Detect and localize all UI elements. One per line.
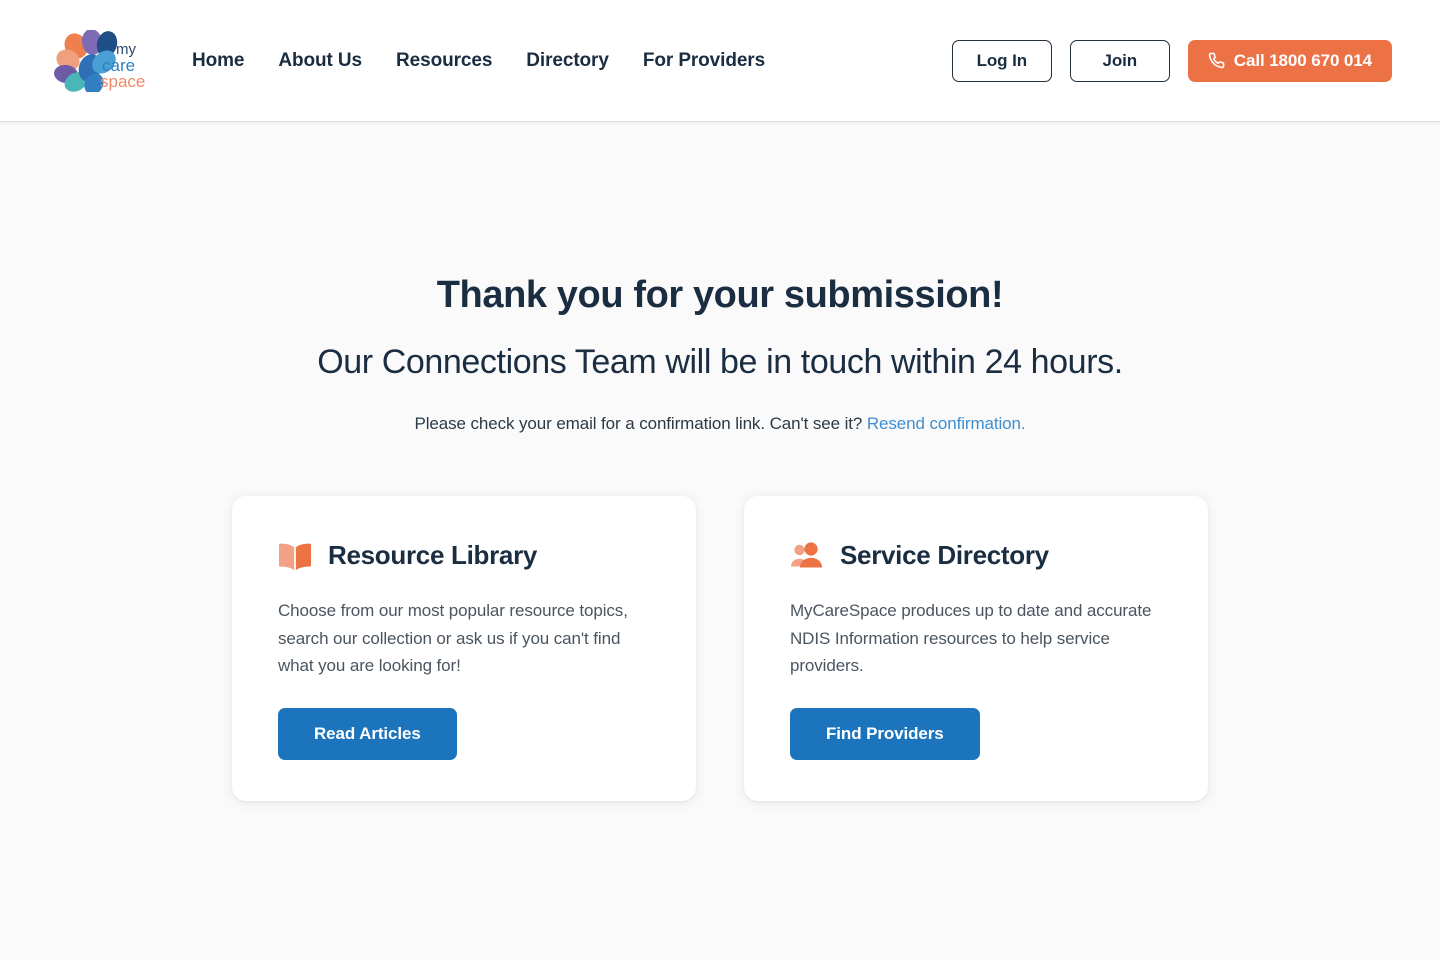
nav-item-home[interactable]: Home [192, 50, 244, 72]
card-header: Resource Library [278, 540, 650, 571]
page-title: Thank you for your submission! [436, 274, 1004, 316]
read-articles-button[interactable]: Read Articles [278, 707, 457, 760]
open-book-icon [279, 543, 311, 571]
join-button[interactable]: Join [1069, 39, 1170, 82]
users-group-icon [791, 542, 822, 568]
card-header: Service Directory [790, 540, 1162, 571]
card-body-text: MyCareSpace produces up to date and accu… [790, 601, 1152, 676]
site-logo[interactable]: my care space [52, 29, 148, 92]
confirmation-message: Please check your email for a confirmati… [414, 414, 1025, 434]
card-title: Resource Library [328, 540, 538, 571]
main-navigation: Home About Us Resources Directory For Pr… [192, 50, 765, 72]
nav-item-resources[interactable]: Resources [396, 50, 492, 72]
nav-item-for-providers[interactable]: For Providers [643, 50, 765, 72]
main-content: Thank you for your submission! Our Conne… [0, 122, 1440, 802]
svg-text:space: space [100, 72, 145, 91]
info-cards: Resource Library Choose from our most po… [232, 496, 1208, 802]
card-body-text: Choose from our most popular resource to… [278, 601, 628, 676]
call-button[interactable]: Call 1800 670 014 [1187, 39, 1392, 82]
nav-item-directory[interactable]: Directory [526, 50, 609, 72]
log-in-button[interactable]: Log In [951, 39, 1052, 82]
resend-confirmation-link[interactable]: Resend confirmation. [867, 414, 1026, 433]
card-service-directory: Service Directory MyCareSpace produces u… [744, 496, 1208, 802]
card-title: Service Directory [840, 540, 1049, 571]
card-resource-library: Resource Library Choose from our most po… [232, 496, 696, 802]
mycarespace-logo-icon: my care space [54, 29, 145, 92]
header-actions: Log In Join Call 1800 670 014 [951, 39, 1392, 82]
find-providers-button[interactable]: Find Providers [790, 707, 980, 760]
call-button-label: Call 1800 670 014 [1233, 50, 1372, 70]
nav-item-about-us[interactable]: About Us [278, 50, 362, 72]
page-subtitle: Our Connections Team will be in touch wi… [317, 342, 1123, 381]
confirmation-text: Please check your email for a confirmati… [414, 414, 863, 434]
phone-icon [1208, 52, 1225, 69]
site-header: my care space Home About Us Resources Di… [0, 0, 1440, 126]
